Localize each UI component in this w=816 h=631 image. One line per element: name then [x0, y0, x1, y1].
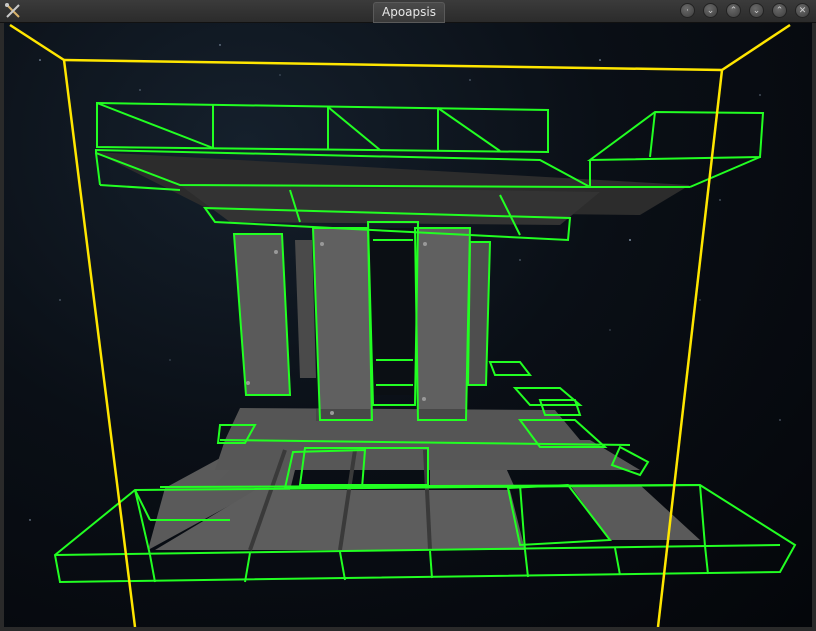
- close-button[interactable]: ✕: [795, 3, 810, 18]
- crossed-tools-icon[interactable]: [4, 2, 22, 20]
- close-icon: ✕: [798, 6, 807, 16]
- pillars: [234, 228, 490, 421]
- double-chevron-down-icon: ⌄: [706, 6, 715, 16]
- title-bar[interactable]: Apoapsis · ⌄ ⌃ ⌄ ⌃ ✕: [0, 0, 816, 23]
- shade-up-button[interactable]: ⌃: [726, 3, 741, 18]
- scene-svg: [9, 23, 797, 627]
- chevron-down-icon: ⌄: [752, 6, 761, 16]
- chevron-up-icon: ⌃: [775, 6, 784, 16]
- circle-dot-icon: ·: [686, 6, 689, 16]
- 3d-viewport[interactable]: [4, 23, 812, 627]
- shade-down-button[interactable]: ⌄: [703, 3, 718, 18]
- double-chevron-up-icon: ⌃: [729, 6, 738, 16]
- menu-button[interactable]: ·: [680, 3, 695, 18]
- floor-plates: [148, 408, 700, 551]
- window-title: Apoapsis: [373, 2, 445, 23]
- minimize-button[interactable]: ⌄: [749, 3, 764, 18]
- app-window: Apoapsis · ⌄ ⌃ ⌄ ⌃ ✕: [0, 0, 816, 631]
- maximize-button[interactable]: ⌃: [772, 3, 787, 18]
